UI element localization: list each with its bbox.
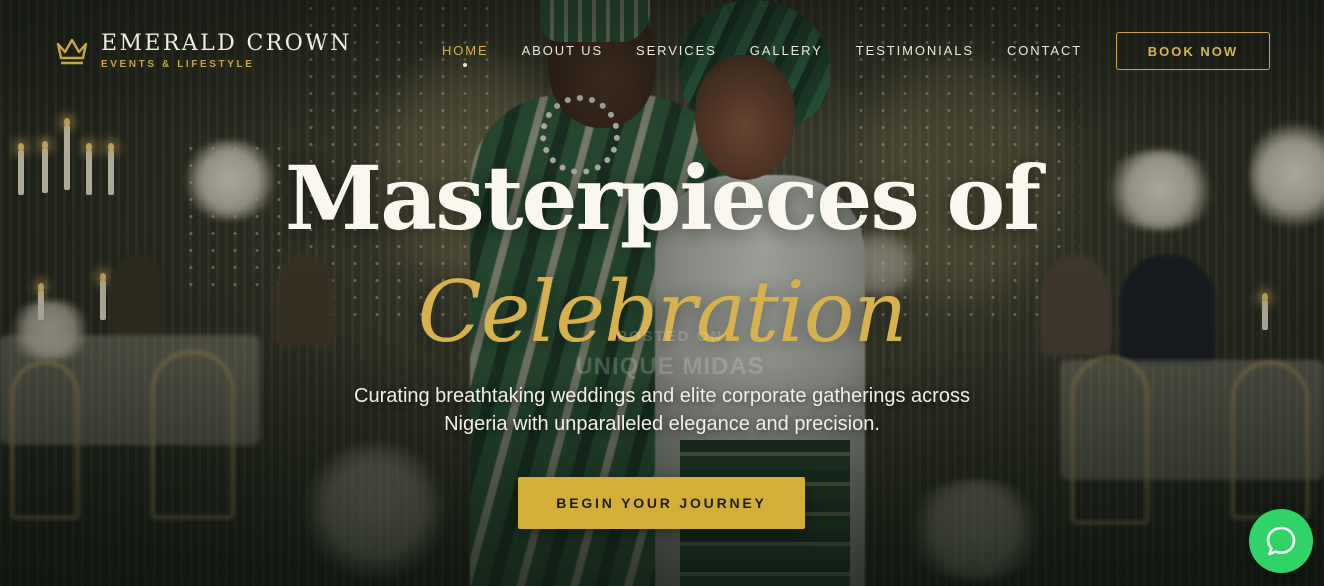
main-nav: HOME ABOUT US SERVICES GALLERY TESTIMONI… [442,43,1115,67]
brand-name: EMERALD CROWN [101,31,352,56]
hero-headline: Masterpieces of [284,146,1041,250]
brand-tagline: EVENTS & LIFESTYLE [101,59,255,70]
nav-item-gallery[interactable]: GALLERY [750,43,823,58]
book-now-button[interactable]: BOOK NOW [1116,32,1270,70]
nav-item-testimonials[interactable]: TESTIMONIALS [856,43,974,58]
nav-item-about-us[interactable]: ABOUT US [522,43,603,58]
begin-journey-button[interactable]: BEGIN YOUR JOURNEY [518,477,805,529]
crown-icon [56,38,88,65]
watermark: POSTED ON UNIQUE MIDAS [540,328,800,381]
whatsapp-chat-button[interactable] [1249,509,1313,573]
nav-item-contact[interactable]: CONTACT [1007,43,1082,58]
watermark-line-2: UNIQUE MIDAS [575,353,765,380]
watermark-line-1: POSTED ON [616,328,724,345]
brand-logo[interactable]: EMERALD CROWN EVENTS & LIFESTYLE [55,32,352,70]
nav-item-services[interactable]: SERVICES [636,43,717,58]
chat-bubble-icon [1266,526,1296,556]
nav-item-home[interactable]: HOME [442,43,489,67]
hero-subtext: Curating breathtaking weddings and elite… [354,385,970,435]
